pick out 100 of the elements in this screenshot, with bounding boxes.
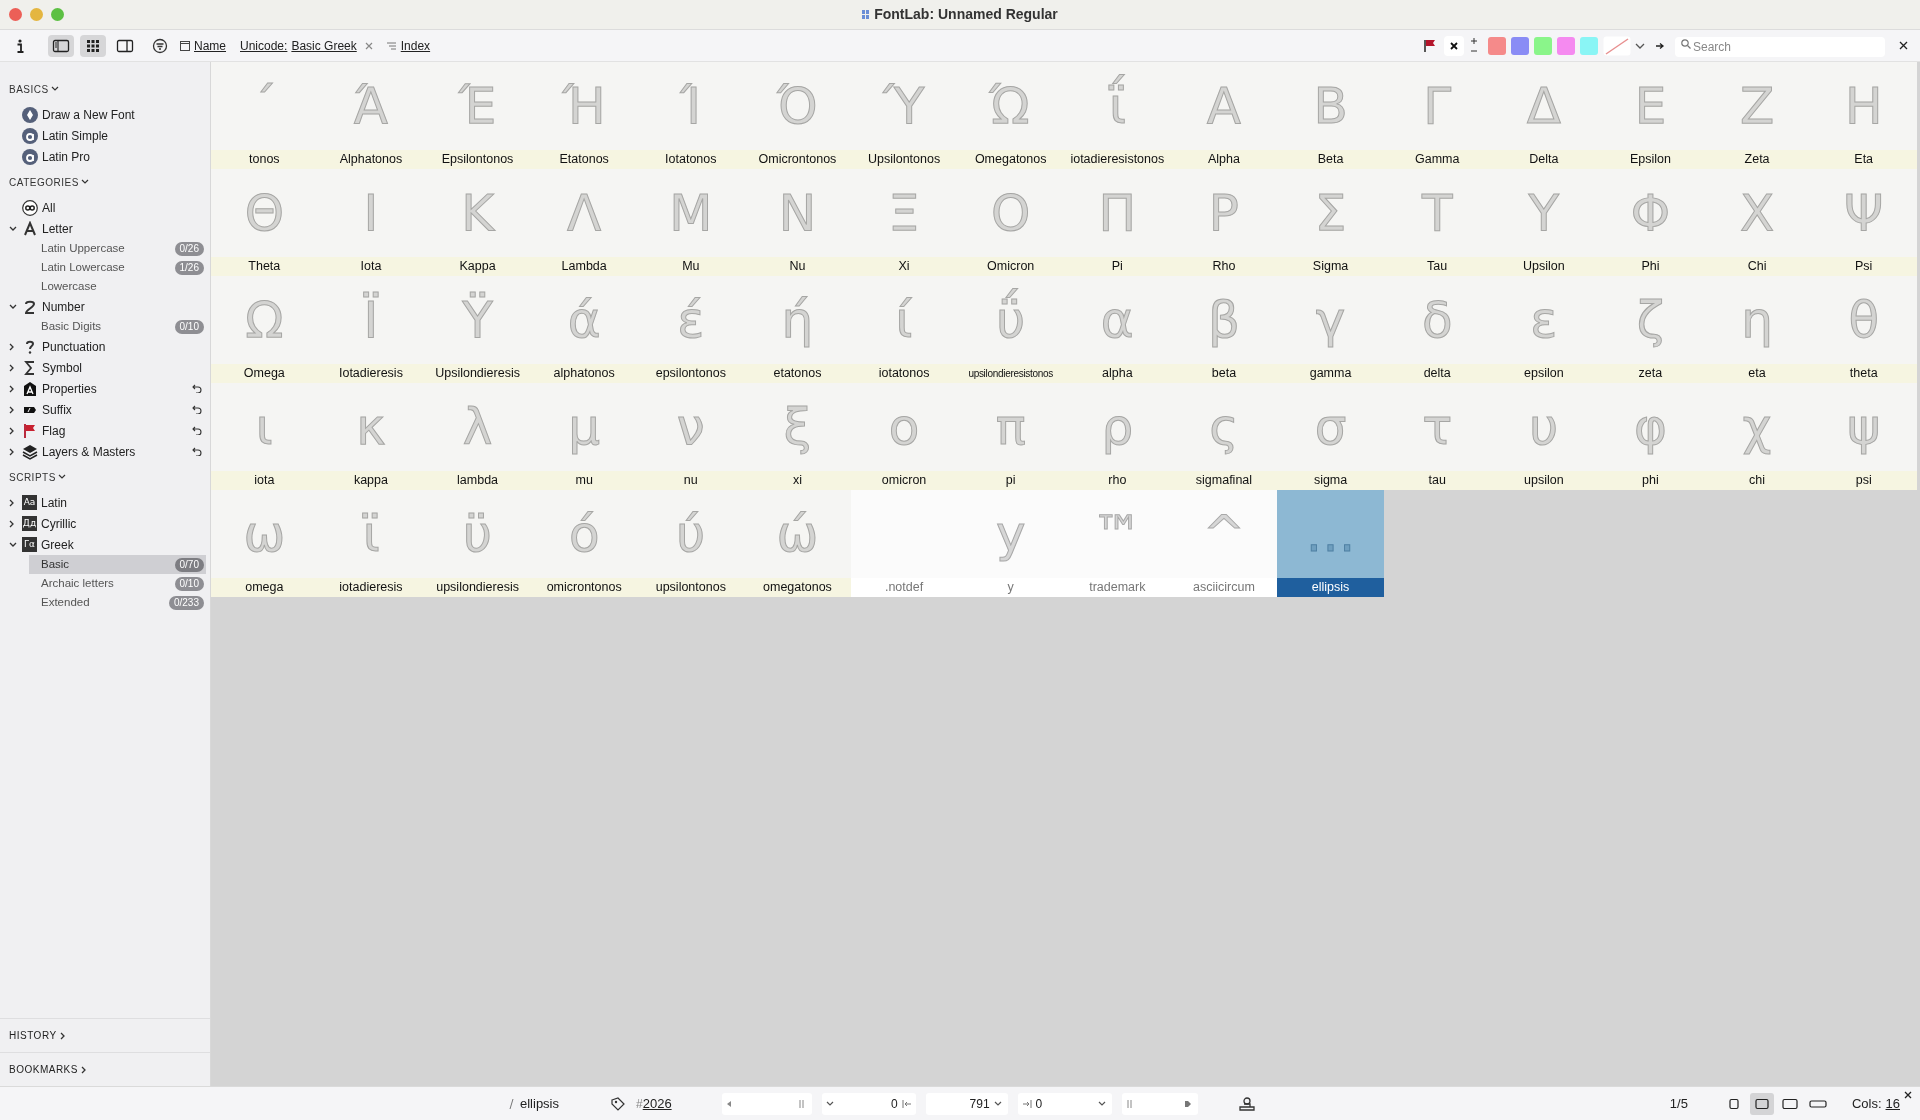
glyph-cell[interactable]: Ζ bbox=[1703, 62, 1811, 150]
chevron-right-icon[interactable] bbox=[9, 519, 15, 528]
glyph-cell[interactable]: Ώ bbox=[957, 62, 1064, 150]
chevron-down-icon[interactable] bbox=[9, 303, 17, 310]
name-sort-button[interactable]: Name bbox=[194, 36, 226, 55]
chevron-down-icon[interactable] bbox=[9, 225, 17, 232]
color-swatch[interactable] bbox=[1580, 36, 1598, 55]
glyph-cell[interactable]: Τ bbox=[1383, 169, 1491, 257]
glyph-cell[interactable]: Ψ bbox=[1810, 169, 1917, 257]
glyph-cell[interactable]: ϊ bbox=[317, 490, 425, 578]
glyph-cell[interactable]: Χ bbox=[1703, 169, 1811, 257]
width-field[interactable]: 791 bbox=[925, 1092, 1008, 1115]
glyph-name-field[interactable]: ellipsis bbox=[520, 1093, 610, 1114]
flag-icon[interactable] bbox=[1424, 38, 1436, 53]
sidebar-item[interactable]: Punctuation bbox=[42, 337, 206, 356]
sidebar-item[interactable]: Cyrillic bbox=[41, 514, 206, 533]
chevron-right-icon[interactable] bbox=[9, 405, 15, 414]
color-swatch[interactable] bbox=[1488, 36, 1506, 55]
glyph-cell[interactable]: α bbox=[1064, 276, 1171, 364]
glyph-cell[interactable]: ύ bbox=[637, 490, 745, 578]
glyph-cell[interactable]: Ή bbox=[530, 62, 638, 150]
glyph-cell[interactable]: ο bbox=[850, 383, 958, 471]
filter-value[interactable]: Basic Greek bbox=[291, 36, 357, 55]
sidebar-subitem[interactable]: Extended 0/233 bbox=[29, 593, 206, 612]
glyph-cell[interactable]: Β bbox=[1277, 62, 1384, 150]
no-color-swatch[interactable] bbox=[1603, 35, 1631, 56]
sidebar-item[interactable]: Draw a New Font bbox=[42, 105, 206, 124]
glyph-cell[interactable]: Ι bbox=[317, 169, 425, 257]
sidebar-subitem[interactable]: Basic Digits 0/10 bbox=[29, 317, 206, 336]
glyph-cell[interactable]: Ν bbox=[744, 169, 851, 257]
sidebar-item[interactable]: All bbox=[42, 198, 206, 217]
search-field[interactable]: Search bbox=[1675, 36, 1885, 57]
sidebar-item[interactable]: Flag bbox=[42, 421, 192, 440]
glyph-cell[interactable]: Ο bbox=[957, 169, 1064, 257]
sidebar-item[interactable]: Letter bbox=[42, 219, 206, 238]
glyph-cell[interactable]: έ bbox=[637, 276, 745, 364]
right-field[interactable]: 0 bbox=[1017, 1092, 1112, 1115]
glyph-cell[interactable]: Φ bbox=[1597, 169, 1704, 257]
glyph-cell[interactable]: γ bbox=[1277, 276, 1384, 364]
glyph-cell[interactable]: χ bbox=[1703, 383, 1811, 471]
glyph-cell[interactable]: Θ bbox=[211, 169, 318, 257]
sidebar-item[interactable]: Properties bbox=[42, 379, 192, 398]
sidebar-item[interactable]: Greek bbox=[41, 535, 206, 554]
glyph-cell[interactable]: ε bbox=[1490, 276, 1598, 364]
glyph-cell[interactable]: ς bbox=[1170, 383, 1278, 471]
glyph-cell[interactable]: Ρ bbox=[1170, 169, 1278, 257]
glyph-cell[interactable]: Η bbox=[1810, 62, 1917, 150]
glyph-cell[interactable]: ΰ bbox=[957, 276, 1064, 364]
remove-filter-icon[interactable] bbox=[364, 41, 373, 50]
sidebar-item[interactable]: Latin bbox=[41, 493, 206, 512]
glyph-cell[interactable]: σ bbox=[1277, 383, 1384, 471]
left-sidebearing-field[interactable] bbox=[721, 1092, 812, 1115]
undo-icon[interactable] bbox=[192, 447, 202, 456]
index-sort-button[interactable]: Index bbox=[400, 36, 431, 55]
chevron-down-icon[interactable] bbox=[9, 541, 17, 548]
glyph-cell[interactable]: δ bbox=[1383, 276, 1491, 364]
glyph-cell[interactable]: κ bbox=[317, 383, 425, 471]
chevron-right-icon[interactable] bbox=[9, 384, 15, 393]
glyph-cell[interactable]: ό bbox=[530, 490, 638, 578]
glyph-cell[interactable]: ω bbox=[211, 490, 318, 578]
glyph-cell[interactable]: ώ bbox=[744, 490, 851, 578]
glyph-cell[interactable]: ΄ bbox=[211, 62, 318, 150]
glyph-cell[interactable]: ΐ bbox=[1064, 62, 1171, 150]
glyph-cell[interactable]: Ϋ bbox=[424, 276, 531, 364]
close-icon[interactable] bbox=[1899, 41, 1908, 50]
section-header[interactable]: BASICS bbox=[9, 81, 49, 97]
cell-size-button[interactable] bbox=[1749, 1092, 1774, 1115]
glyph-cell[interactable]: Ί bbox=[637, 62, 745, 150]
glyph-cell[interactable]: Κ bbox=[424, 169, 531, 257]
undo-icon[interactable] bbox=[192, 405, 202, 414]
sidebar-view-button[interactable] bbox=[48, 34, 74, 57]
glyph-cell[interactable]: Ά bbox=[317, 62, 425, 150]
tag-icon[interactable] bbox=[610, 1096, 626, 1111]
glyph-cell[interactable]: Σ bbox=[1277, 169, 1384, 257]
glyph-cell[interactable]: θ bbox=[1810, 276, 1917, 364]
color-swatch[interactable] bbox=[1511, 36, 1529, 55]
glyph-cell[interactable]: τ bbox=[1383, 383, 1491, 471]
info-icon[interactable] bbox=[16, 38, 24, 53]
chevron-down-icon[interactable] bbox=[1635, 41, 1645, 50]
color-swatch[interactable] bbox=[1557, 36, 1575, 55]
glyph-cell[interactable]: Έ bbox=[424, 62, 531, 150]
grid-view-button[interactable] bbox=[80, 34, 106, 57]
chevron-right-icon[interactable] bbox=[9, 342, 15, 351]
right-sidebearing-field[interactable] bbox=[1121, 1092, 1198, 1115]
stamp-icon[interactable] bbox=[1237, 1095, 1256, 1112]
sidebar-item[interactable]: Latin Simple bbox=[42, 126, 206, 145]
sidebar-subitem[interactable]: Latin Uppercase 0/26 bbox=[29, 239, 206, 258]
glyph-cell[interactable]: ψ bbox=[1810, 383, 1917, 471]
sidebar-subitem[interactable]: Basic 0/70 bbox=[29, 555, 206, 574]
glyph-cell[interactable]: Ω bbox=[211, 276, 318, 364]
glyph-cell[interactable]: ι bbox=[211, 383, 318, 471]
close-icon[interactable] bbox=[1904, 1091, 1912, 1099]
sidebar-subitem[interactable]: Latin Lowercase 1/26 bbox=[29, 258, 206, 277]
glyph-cell[interactable]: y bbox=[957, 490, 1064, 578]
glyph-cell[interactable]: β bbox=[1170, 276, 1278, 364]
columns-field[interactable]: 16 bbox=[1885, 1093, 1900, 1114]
glyph-cell[interactable]: Ξ bbox=[850, 169, 958, 257]
undo-icon[interactable] bbox=[192, 426, 202, 435]
glyph-cell[interactable]: ή bbox=[744, 276, 851, 364]
glyph-cell[interactable]: ρ bbox=[1064, 383, 1171, 471]
